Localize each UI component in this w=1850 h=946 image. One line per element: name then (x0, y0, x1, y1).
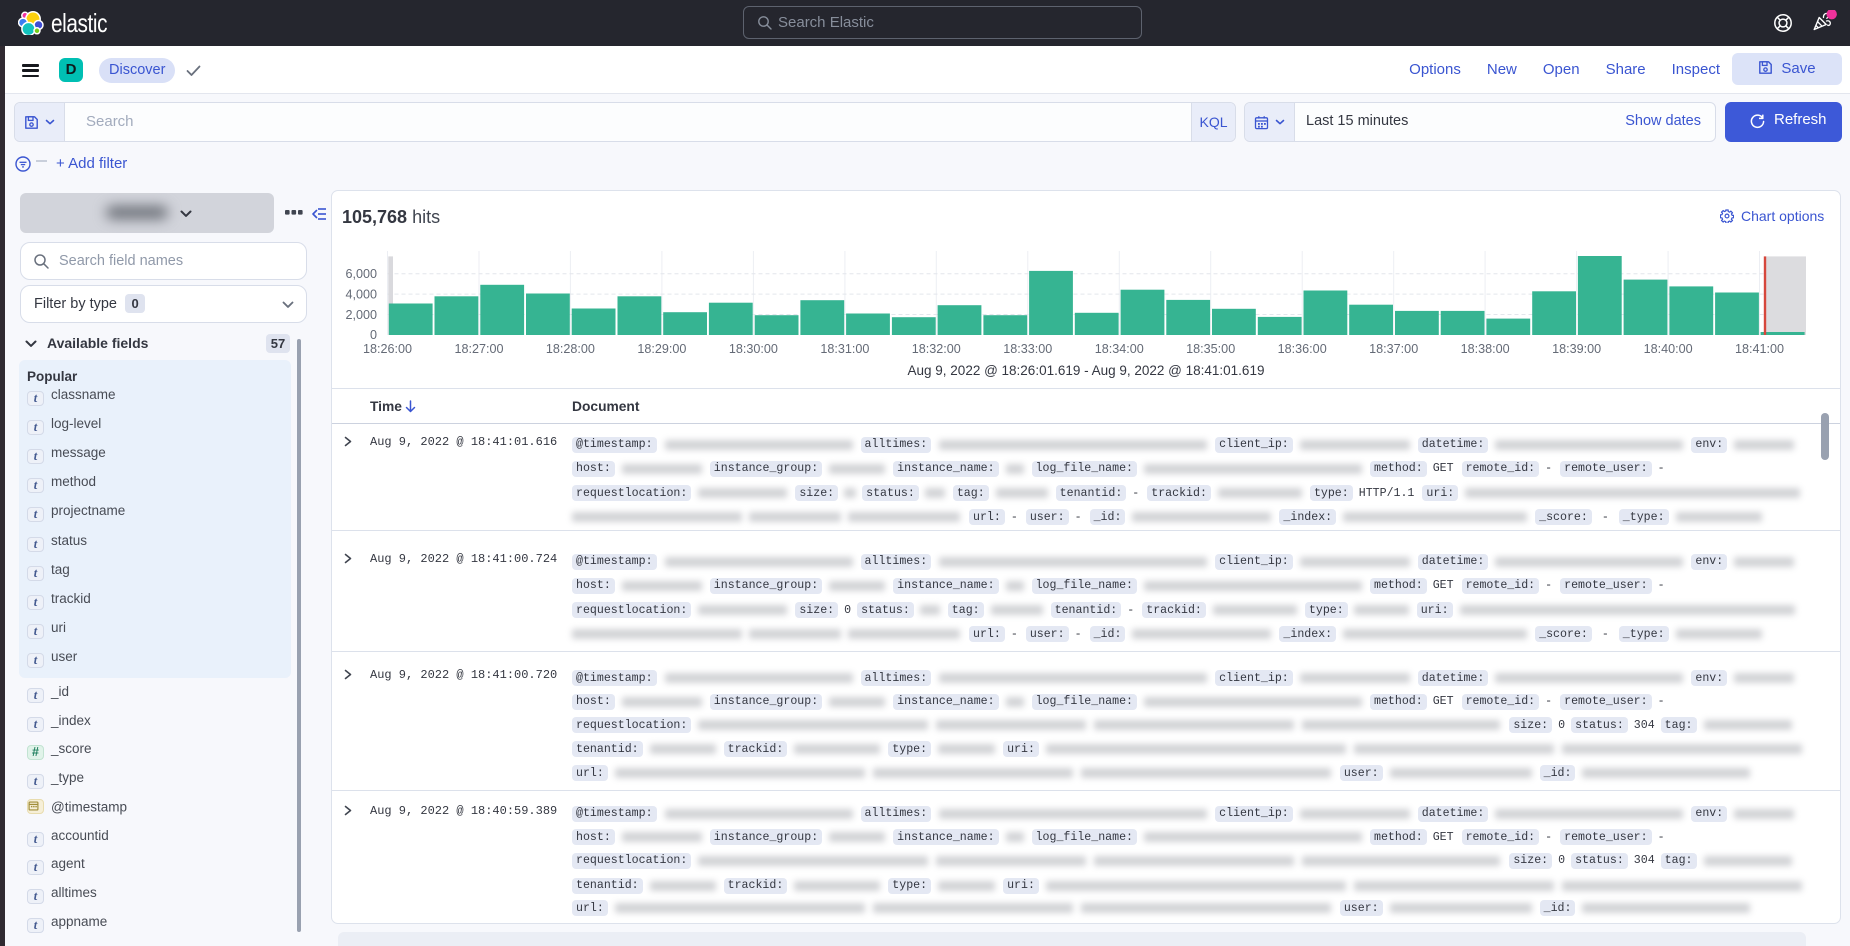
svg-text:18:30:00: 18:30:00 (729, 342, 778, 356)
svg-text:18:37:00: 18:37:00 (1369, 342, 1418, 356)
svg-text:18:41:00: 18:41:00 (1735, 342, 1784, 356)
svg-text:18:38:00: 18:38:00 (1461, 342, 1510, 356)
svg-text:18:29:00: 18:29:00 (637, 342, 686, 356)
svg-text:18:33:00: 18:33:00 (1003, 342, 1052, 356)
svg-text:18:36:00: 18:36:00 (1278, 342, 1327, 356)
svg-text:18:35:00: 18:35:00 (1186, 342, 1235, 356)
svg-text:0: 0 (370, 328, 377, 342)
svg-text:18:40:00: 18:40:00 (1644, 342, 1693, 356)
svg-text:6,000: 6,000 (345, 267, 377, 281)
svg-text:18:26:00: 18:26:00 (363, 342, 412, 356)
svg-text:18:31:00: 18:31:00 (820, 342, 869, 356)
svg-text:18:27:00: 18:27:00 (454, 342, 503, 356)
svg-text:18:34:00: 18:34:00 (1095, 342, 1144, 356)
svg-text:18:28:00: 18:28:00 (546, 342, 595, 356)
svg-text:18:32:00: 18:32:00 (912, 342, 961, 356)
svg-text:2,000: 2,000 (345, 308, 377, 322)
svg-text:4,000: 4,000 (345, 287, 377, 301)
svg-text:18:39:00: 18:39:00 (1552, 342, 1601, 356)
